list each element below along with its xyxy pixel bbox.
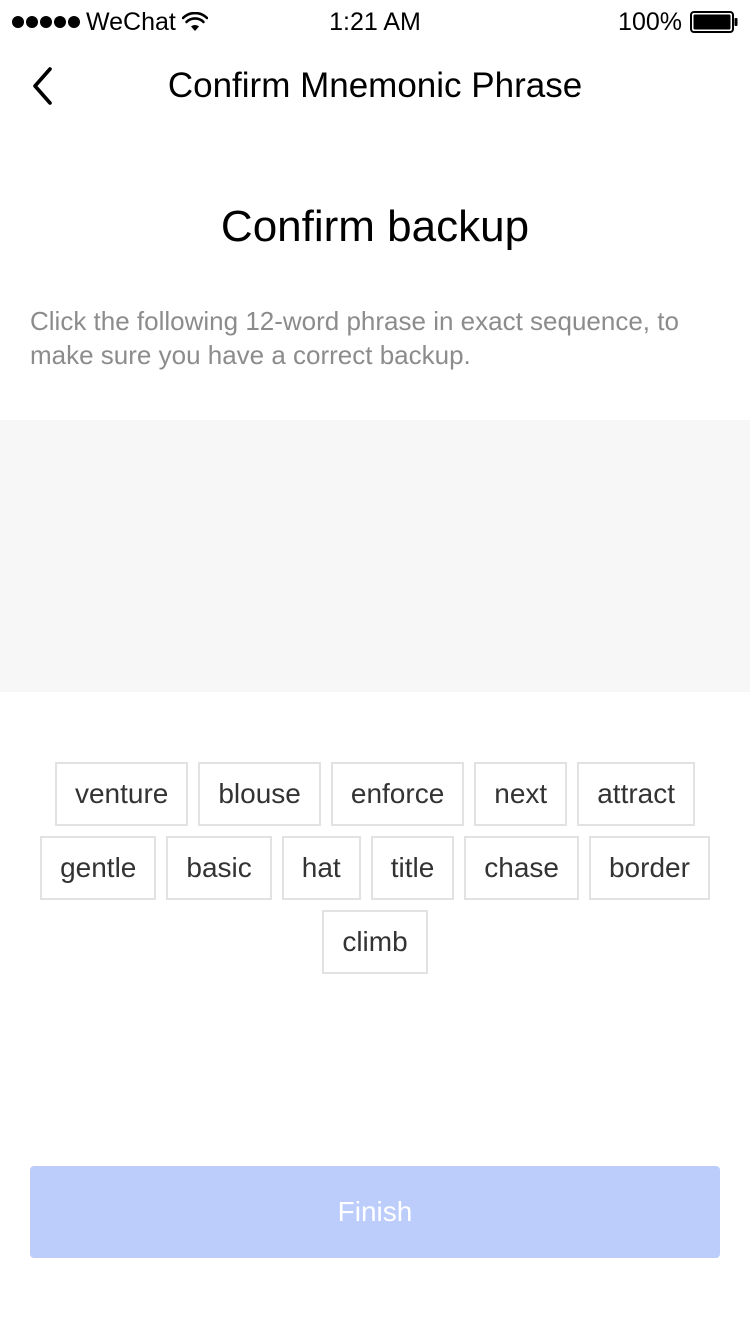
selected-words-area[interactable] [0, 420, 750, 692]
word-chip[interactable]: title [370, 836, 455, 900]
battery-icon [690, 11, 738, 33]
word-chip[interactable]: chase [464, 836, 579, 900]
word-chip[interactable]: climb [322, 910, 428, 974]
page-title: Confirm Mnemonic Phrase [167, 66, 583, 105]
section-heading: Confirm backup [220, 202, 530, 251]
word-pool: venture blouse enforce next attract gent… [30, 762, 720, 974]
nav-bar: Confirm Mnemonic Phrase [0, 44, 750, 132]
word-chip[interactable]: blouse [198, 762, 321, 826]
finish-button[interactable]: Finish [30, 1166, 720, 1258]
word-chip[interactable]: border [588, 836, 710, 900]
word-chip[interactable]: basic [166, 836, 272, 900]
confirm-mnemonic-screen: WeChat 1:21 AM 100% Confirm Mnemonic Phr… [0, 0, 750, 1334]
word-chip[interactable]: hat [281, 836, 361, 900]
word-chip[interactable]: attract [577, 762, 696, 826]
status-bar: WeChat 1:21 AM 100% [0, 0, 750, 44]
word-chip[interactable]: gentle [40, 836, 157, 900]
word-chip[interactable]: venture [54, 762, 189, 826]
word-chip[interactable]: next [474, 762, 568, 826]
status-right: 100% [618, 8, 738, 36]
battery-percentage: 100% [618, 8, 682, 36]
word-chip[interactable]: enforce [330, 762, 465, 826]
instructions-text: Click the following 12-word phrase in ex… [30, 306, 679, 370]
